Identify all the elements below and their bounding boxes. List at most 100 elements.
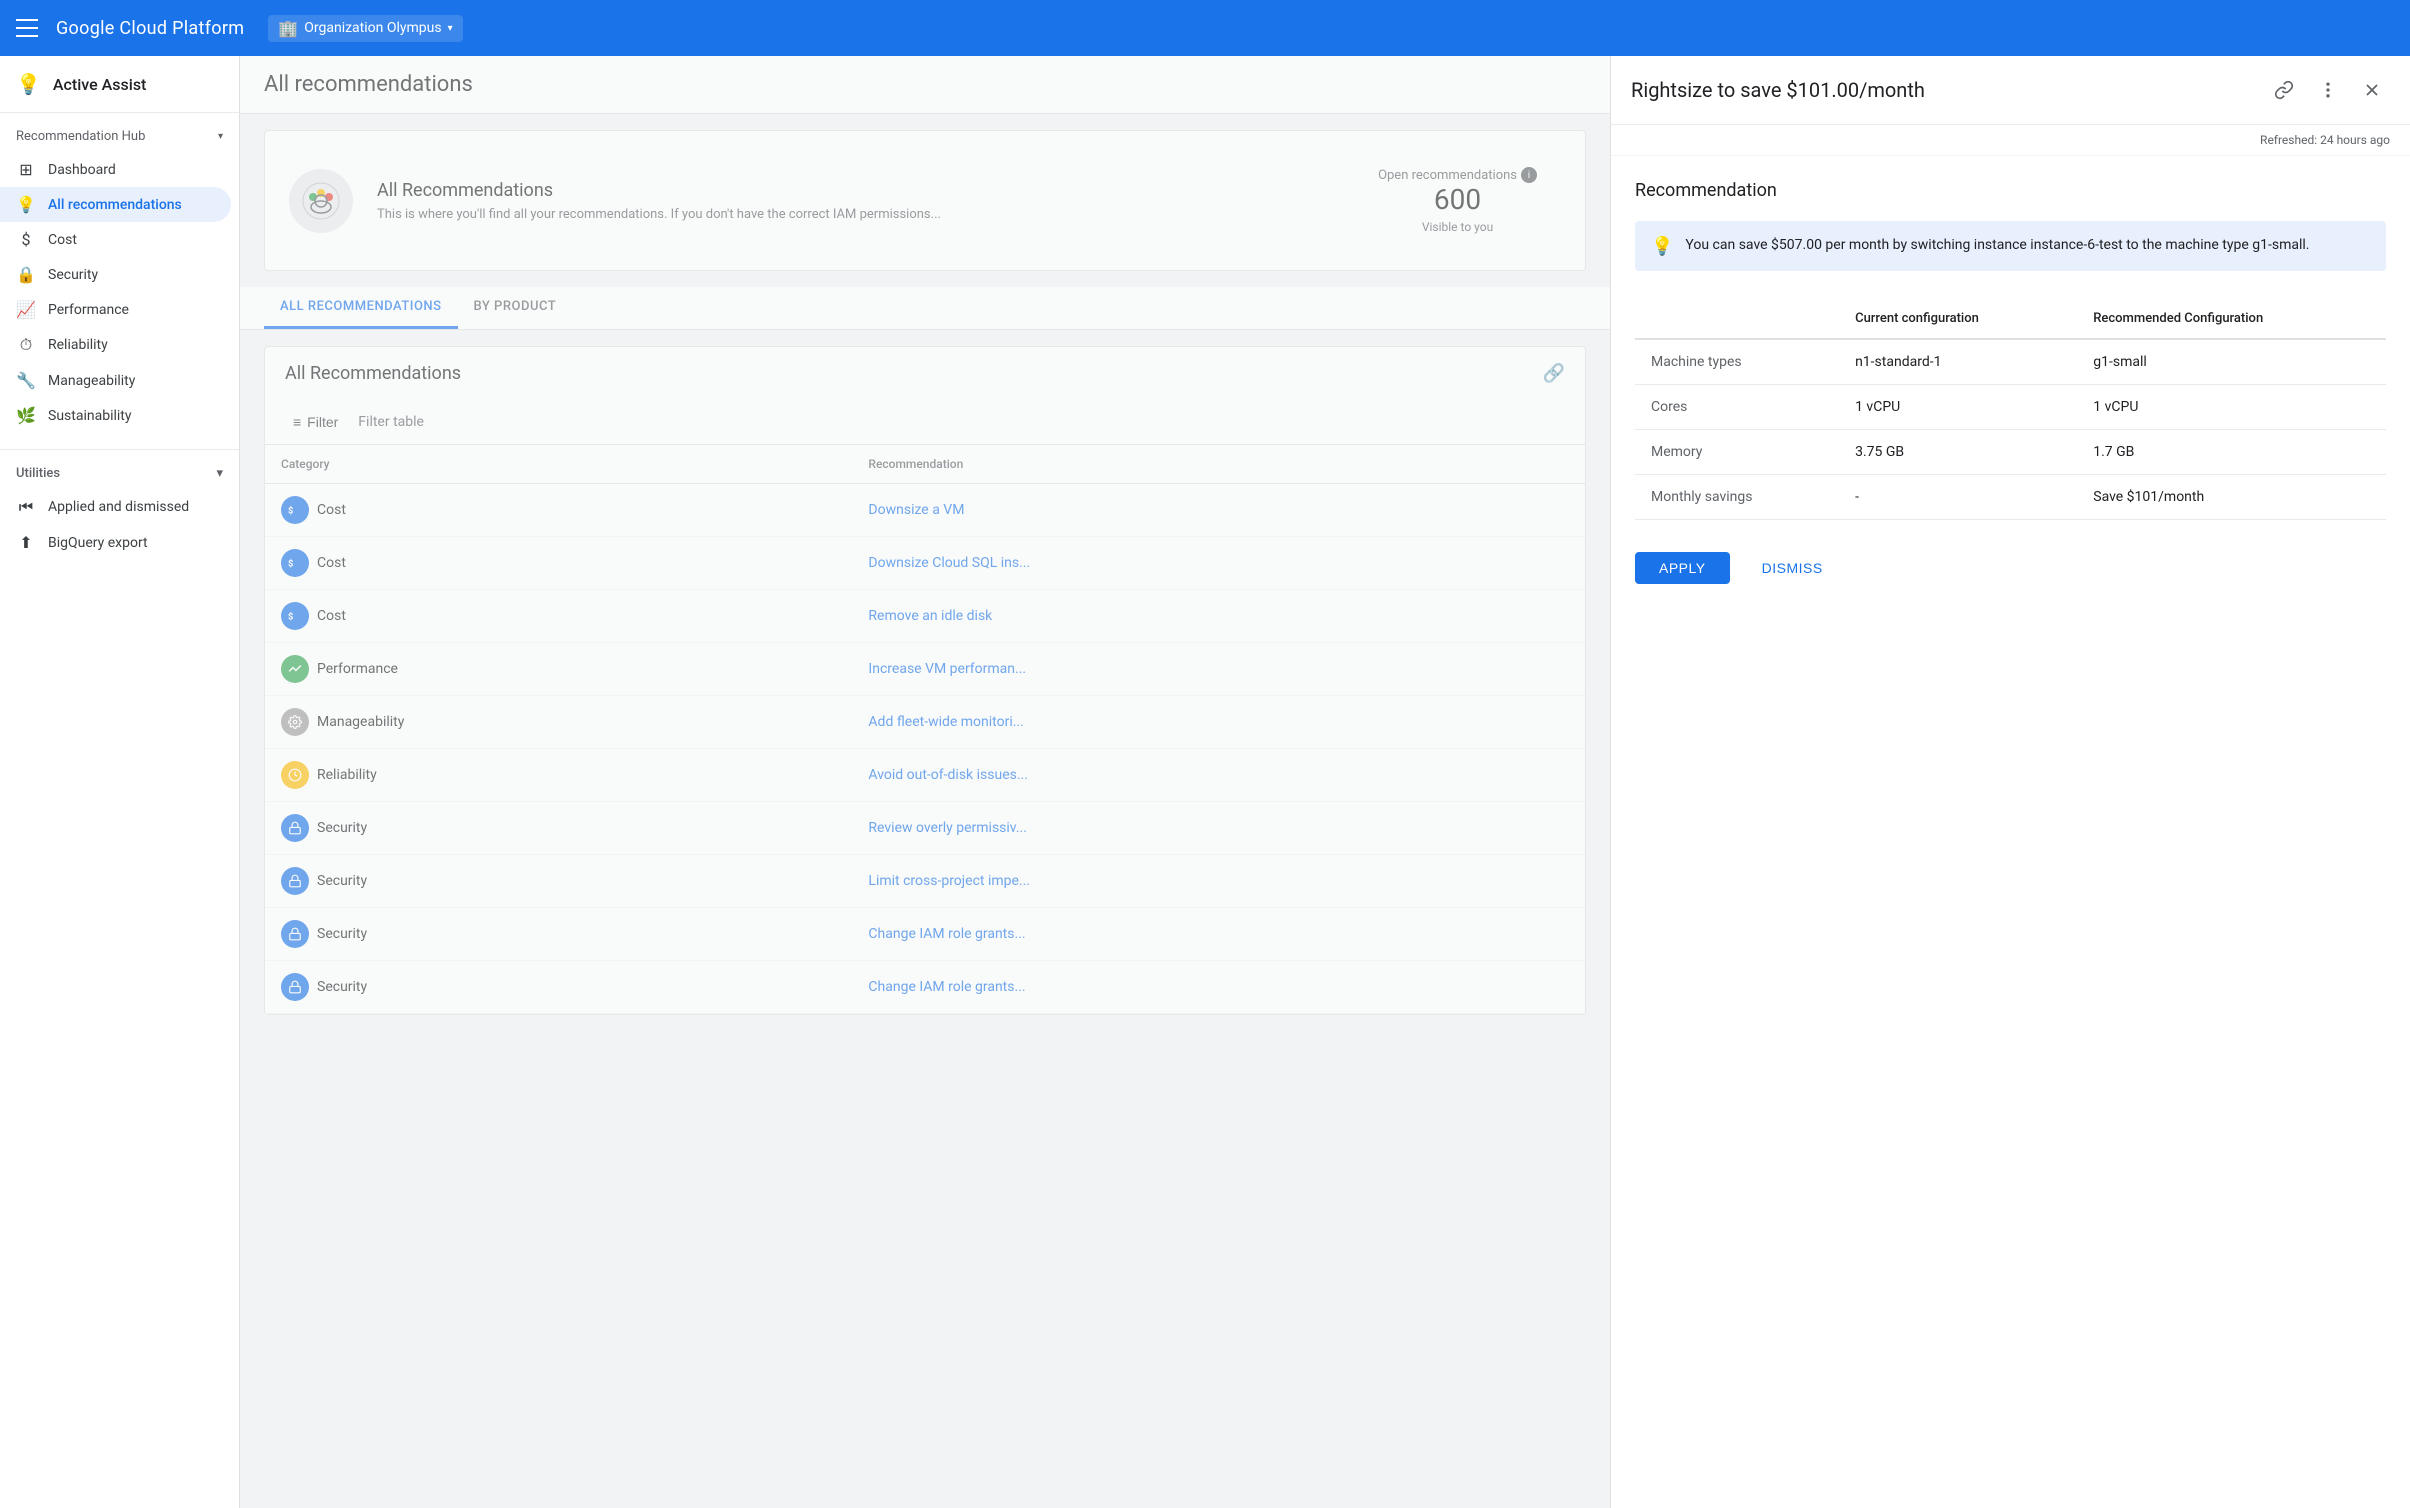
config-row-recommended: 1.7 GB bbox=[2077, 430, 2386, 475]
info-banner-text: You can save $507.00 per month by switch… bbox=[1685, 235, 2309, 256]
sidebar-item-manageability[interactable]: 🔧 Manageability bbox=[0, 363, 231, 398]
more-options-button[interactable] bbox=[2310, 72, 2346, 108]
recommendation-cell: Increase VM performan... bbox=[852, 643, 1585, 696]
recommendation-link[interactable]: Downsize a VM bbox=[868, 502, 964, 518]
filter-table-label: Filter table bbox=[358, 414, 424, 430]
config-col-current: Current configuration bbox=[1839, 299, 2077, 339]
security-icon: 🔒 bbox=[16, 265, 36, 284]
filter-label: Filter bbox=[307, 414, 338, 430]
category-icon bbox=[281, 655, 309, 683]
config-row-label: Monthly savings bbox=[1635, 475, 1839, 520]
banner-icon bbox=[289, 169, 353, 233]
all-rec-header: All Recommendations 🔗 bbox=[265, 347, 1585, 400]
top-navigation: Google Cloud Platform 🏢 Organization Oly… bbox=[0, 0, 2410, 56]
recommendation-link[interactable]: Limit cross-project impe... bbox=[868, 873, 1030, 889]
page-header: All recommendations bbox=[240, 56, 1610, 114]
recommendation-link[interactable]: Remove an idle disk bbox=[868, 608, 992, 624]
recommendation-cell: Limit cross-project impe... bbox=[852, 855, 1585, 908]
recommendation-link[interactable]: Avoid out-of-disk issues... bbox=[868, 767, 1028, 783]
recommendation-cell: Remove an idle disk bbox=[852, 590, 1585, 643]
config-col-label bbox=[1635, 299, 1839, 339]
table-row: Security Limit cross-project impe... bbox=[265, 855, 1585, 908]
menu-icon[interactable] bbox=[16, 16, 40, 40]
sidebar-item-label: Applied and dismissed bbox=[48, 499, 189, 515]
sidebar-item-label: Performance bbox=[48, 302, 129, 318]
recommendation-section-title: Recommendation bbox=[1635, 180, 2386, 201]
recommendation-cell: Downsize Cloud SQL ins... bbox=[852, 537, 1585, 590]
sidebar-item-label: Manageability bbox=[48, 373, 135, 389]
config-row-current: 3.75 GB bbox=[1839, 430, 2077, 475]
tabs-bar: ALL RECOMMENDATIONS BY PRODUCT bbox=[240, 287, 1610, 330]
recommendation-link[interactable]: Change IAM role grants... bbox=[868, 979, 1025, 995]
config-row-current: - bbox=[1839, 475, 2077, 520]
bulb-icon: 💡 bbox=[1651, 236, 1673, 257]
recommendation-link[interactable]: Increase VM performan... bbox=[868, 661, 1026, 677]
table-row: $ Cost Downsize a VM bbox=[265, 484, 1585, 537]
sidebar-item-applied-dismissed[interactable]: ⏮ Applied and dismissed bbox=[0, 489, 231, 525]
info-banner: 💡 You can save $507.00 per month by swit… bbox=[1635, 221, 2386, 271]
svg-text:$: $ bbox=[288, 612, 293, 623]
tab-by-product[interactable]: BY PRODUCT bbox=[458, 287, 573, 329]
utilities-label: Utilities bbox=[16, 466, 60, 481]
link-icon[interactable]: 🔗 bbox=[1543, 363, 1565, 384]
table-row: Security Change IAM role grants... bbox=[265, 908, 1585, 961]
sidebar-item-all-recommendations[interactable]: 💡 All recommendations bbox=[0, 187, 231, 222]
category-cell: Reliability bbox=[265, 749, 852, 802]
sidebar-item-performance[interactable]: 📈 Performance bbox=[0, 292, 231, 327]
close-button[interactable] bbox=[2354, 72, 2390, 108]
recommendation-cell: Add fleet-wide monitori... bbox=[852, 696, 1585, 749]
open-rec-visible: Visible to you bbox=[1378, 220, 1537, 234]
category-label: Manageability bbox=[317, 714, 404, 730]
utilities-chevron-icon: ▾ bbox=[216, 466, 223, 481]
link-copy-button[interactable] bbox=[2266, 72, 2302, 108]
category-icon: $ bbox=[281, 549, 309, 577]
sidebar-item-security[interactable]: 🔒 Security bbox=[0, 257, 231, 292]
category-icon bbox=[281, 867, 309, 895]
banner-text: All Recommendations This is where you'll… bbox=[377, 180, 941, 222]
category-icon bbox=[281, 814, 309, 842]
table-row: Manageability Add fleet-wide monitori... bbox=[265, 696, 1585, 749]
org-selector[interactable]: 🏢 Organization Olympus ▾ bbox=[268, 15, 462, 42]
side-panel: Rightsize to save $101.00/month bbox=[1610, 56, 2410, 1508]
sidebar-item-label: BigQuery export bbox=[48, 535, 148, 551]
sidebar-title: Active Assist bbox=[53, 75, 146, 94]
utilities-header[interactable]: Utilities ▾ bbox=[0, 458, 239, 489]
recommendation-link[interactable]: Change IAM role grants... bbox=[868, 926, 1025, 942]
col-recommendation: Recommendation bbox=[852, 445, 1585, 484]
bigquery-export-icon: ⬆ bbox=[16, 533, 36, 552]
filter-button[interactable]: ≡ Filter bbox=[281, 408, 350, 436]
apply-button[interactable]: APPLY bbox=[1635, 552, 1730, 584]
recommendation-link[interactable]: Review overly permissiv... bbox=[868, 820, 1027, 836]
sidebar-item-sustainability[interactable]: 🌿 Sustainability bbox=[0, 398, 231, 433]
recommendation-link[interactable]: Add fleet-wide monitori... bbox=[868, 714, 1023, 730]
category-cell: $ Cost bbox=[265, 484, 852, 537]
recommendation-link[interactable]: Downsize Cloud SQL ins... bbox=[868, 555, 1030, 571]
tab-all-recommendations[interactable]: ALL RECOMMENDATIONS bbox=[264, 287, 458, 329]
table-row: $ Cost Remove an idle disk bbox=[265, 590, 1585, 643]
sidebar-rec-hub-section: Recommendation Hub ▾ ⊞ Dashboard 💡 All r… bbox=[0, 113, 239, 441]
config-table: Current configuration Recommended Config… bbox=[1635, 299, 2386, 520]
recommendation-cell: Change IAM role grants... bbox=[852, 908, 1585, 961]
category-icon: $ bbox=[281, 496, 309, 524]
table-row: Security Change IAM role grants... bbox=[265, 961, 1585, 1014]
utilities-section: Utilities ▾ ⏮ Applied and dismissed ⬆ Bi… bbox=[0, 458, 239, 560]
recommendations-table: Category Recommendation $ Cost Downsize … bbox=[265, 445, 1585, 1014]
category-cell: $ Cost bbox=[265, 590, 852, 643]
recommendation-cell: Review overly permissiv... bbox=[852, 802, 1585, 855]
category-cell: Security bbox=[265, 855, 852, 908]
config-row-recommended: 1 vCPU bbox=[2077, 385, 2386, 430]
table-row: Reliability Avoid out-of-disk issues... bbox=[265, 749, 1585, 802]
category-label: Reliability bbox=[317, 767, 377, 783]
dismiss-button[interactable]: DISMISS bbox=[1746, 552, 1839, 584]
category-cell: Security bbox=[265, 908, 852, 961]
open-rec-label: Open recommendations i bbox=[1378, 167, 1537, 183]
recommendation-hub-header[interactable]: Recommendation Hub ▾ bbox=[0, 121, 239, 152]
table-row: $ Cost Downsize Cloud SQL ins... bbox=[265, 537, 1585, 590]
category-label: Security bbox=[317, 979, 367, 995]
sidebar-item-dashboard[interactable]: ⊞ Dashboard bbox=[0, 152, 231, 187]
sidebar-item-reliability[interactable]: ⏱ Reliability bbox=[0, 327, 231, 363]
brand-name: Google Cloud Platform bbox=[56, 18, 244, 39]
action-buttons: APPLY DISMISS bbox=[1635, 552, 2386, 584]
sidebar-item-bigquery-export[interactable]: ⬆ BigQuery export bbox=[0, 525, 231, 560]
sidebar-item-cost[interactable]: $ Cost bbox=[0, 222, 231, 257]
